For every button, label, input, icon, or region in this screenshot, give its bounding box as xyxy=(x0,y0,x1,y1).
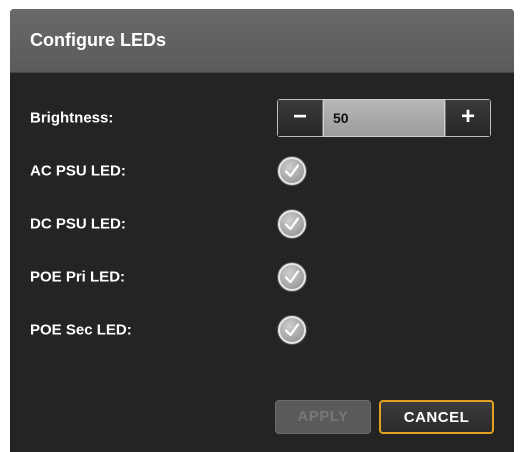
poe-pri-led-checkbox[interactable] xyxy=(278,263,306,291)
dc-psu-led-label: DC PSU LED: xyxy=(30,215,126,233)
brightness-label: Brightness: xyxy=(30,109,114,127)
brightness-decrement-button[interactable]: − xyxy=(278,100,323,136)
checkmark-icon xyxy=(284,164,300,178)
cancel-button[interactable]: CANCEL xyxy=(379,400,494,434)
dialog-title: Configure LEDs xyxy=(30,30,167,50)
checkmark-icon xyxy=(284,323,300,337)
apply-button[interactable]: APPLY xyxy=(275,400,371,434)
brightness-value-input[interactable]: 50 xyxy=(323,99,445,137)
poe-pri-led-label: POE Pri LED: xyxy=(30,268,126,286)
led-row-dc-psu: DC PSU LED: xyxy=(30,204,500,244)
checkmark-icon xyxy=(284,217,300,231)
dialog-titlebar: Configure LEDs xyxy=(10,9,514,73)
brightness-stepper: − 50 + xyxy=(277,99,491,137)
configure-leds-dialog: Configure LEDs Brightness: − 50 + AC PSU… xyxy=(10,9,514,452)
ac-psu-led-label: AC PSU LED: xyxy=(30,162,126,180)
dc-psu-led-checkbox[interactable] xyxy=(278,210,306,238)
ac-psu-led-checkbox[interactable] xyxy=(278,157,306,185)
poe-sec-led-checkbox[interactable] xyxy=(278,316,306,344)
checkmark-icon xyxy=(284,270,300,284)
brightness-increment-button[interactable]: + xyxy=(445,100,490,136)
led-row-poe-sec: POE Sec LED: xyxy=(30,310,500,350)
brightness-row: Brightness: − 50 + xyxy=(30,98,500,138)
poe-sec-led-label: POE Sec LED: xyxy=(30,321,132,339)
led-row-ac-psu: AC PSU LED: xyxy=(30,151,500,191)
led-row-poe-pri: POE Pri LED: xyxy=(30,257,500,297)
